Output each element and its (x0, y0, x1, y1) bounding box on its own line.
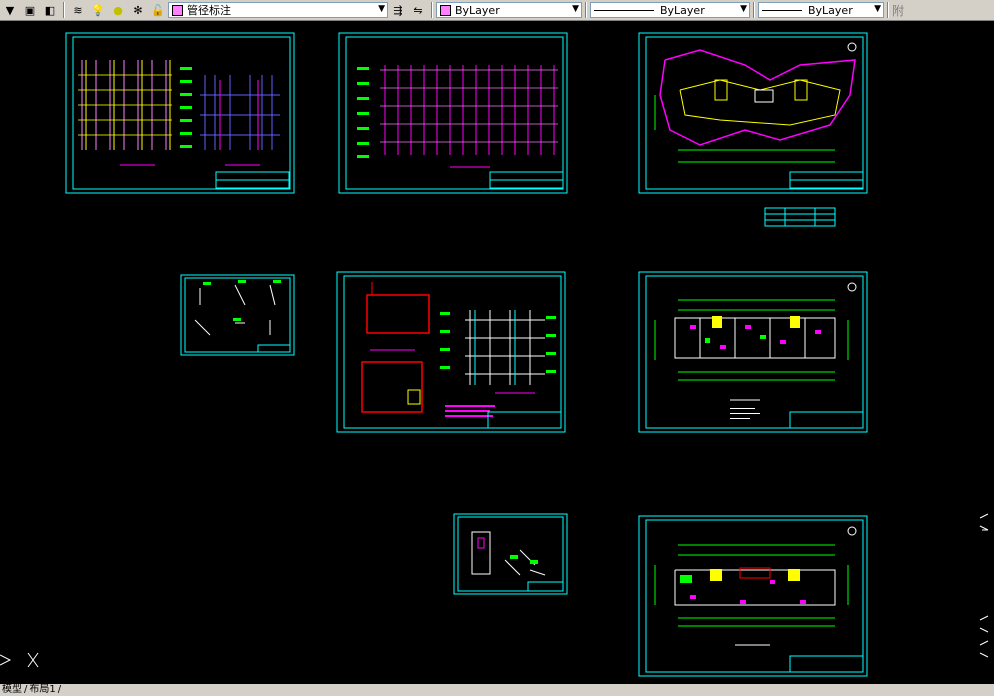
toolbar-separator (753, 2, 755, 18)
loose-title-block[interactable] (764, 207, 836, 227)
chevron-down-icon: ▼ (740, 4, 747, 14)
sun-icon[interactable]: ● (109, 2, 127, 18)
linetype-dropdown[interactable]: ByLayer ▼ (590, 2, 750, 18)
lineweight-value: ByLayer (808, 3, 853, 17)
model-space-svg[interactable] (0, 20, 994, 684)
sheet-floor-plan-1[interactable] (638, 271, 868, 433)
properties-toolbar: ▼ ▣ ◧ ≋ 💡 ● ✻ 🔓 管径标注 ▼ ⇶ ⇋ ByLayer ▼ ByL… (0, 0, 994, 21)
drawing-canvas[interactable] (0, 20, 994, 684)
sheet-riser-diagram-1[interactable] (65, 32, 295, 194)
sheet-details-small-2[interactable] (453, 513, 568, 595)
linetype-sample (594, 9, 654, 11)
tab-model[interactable]: 模型 (0, 684, 24, 696)
freeze-icon[interactable]: ✻ (129, 2, 147, 18)
tab-separator: / (57, 684, 62, 695)
lightbulb-icon[interactable]: 💡 (89, 2, 107, 18)
plot-style-label: 附 (892, 3, 905, 18)
sheet-riser-diagram-2[interactable] (338, 32, 568, 194)
sheet-details-small[interactable] (180, 274, 295, 356)
lineweight-sample (762, 9, 802, 11)
toolbar-separator (431, 2, 433, 18)
toolbar-separator (887, 2, 889, 18)
layer-dropdown[interactable]: 管径标注 ▼ (168, 2, 388, 18)
layer-match-icon[interactable]: ⇋ (409, 2, 427, 18)
chevron-down-icon: ▼ (572, 4, 579, 14)
chevron-down-icon: ▼ (378, 4, 385, 14)
sheet-system-diagram[interactable] (336, 271, 566, 433)
linetype-value: ByLayer (660, 3, 705, 17)
layer-name: 管径标注 (187, 4, 231, 17)
sheet-site-plan[interactable] (638, 32, 868, 194)
make-current-icon[interactable]: ⇶ (389, 2, 407, 18)
chevron-down-icon: ▼ (874, 4, 881, 14)
tab-layout1[interactable]: 布局1 (27, 684, 57, 696)
layer-state-icon[interactable]: ▣ (21, 2, 39, 18)
toolbar-separator (63, 2, 65, 18)
toolbar-separator (585, 2, 587, 18)
layer-color-swatch (172, 4, 183, 16)
ucs-icon (0, 652, 39, 668)
color-swatch (440, 4, 451, 16)
dropdown-arrow-icon[interactable]: ▼ (1, 2, 19, 18)
color-dropdown[interactable]: ByLayer ▼ (436, 2, 582, 18)
color-value: ByLayer (455, 3, 500, 17)
sheet-floor-plan-2[interactable] (638, 515, 868, 677)
lineweight-dropdown[interactable]: ByLayer ▼ (758, 2, 884, 18)
layer-previous-icon[interactable]: ◧ (41, 2, 59, 18)
offscreen-symbols (979, 513, 989, 658)
layer-manager-icon[interactable]: ≋ (69, 2, 87, 18)
layout-tabs-bar: 模型 / 布局1 / (0, 684, 994, 696)
lock-icon[interactable]: 🔓 (149, 2, 167, 18)
